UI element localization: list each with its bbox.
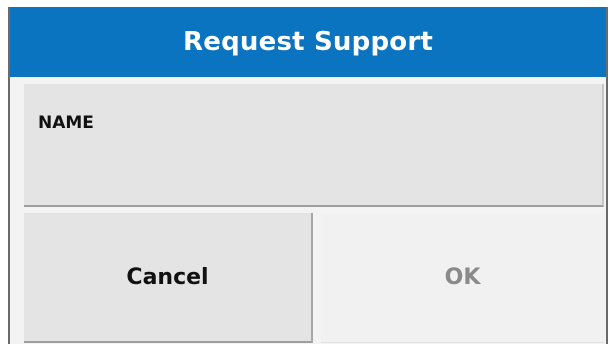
ok-button-label: OK <box>444 265 481 290</box>
dialog-title-bar: Request Support <box>10 7 606 77</box>
cancel-button-label: Cancel <box>126 264 209 290</box>
ok-button[interactable]: OK <box>321 213 604 343</box>
request-support-dialog: Request Support NAME Cancel OK <box>8 7 608 344</box>
name-field[interactable]: NAME <box>24 84 604 207</box>
dialog-title: Request Support <box>183 27 433 57</box>
cancel-button[interactable]: Cancel <box>24 213 313 343</box>
name-field-label: NAME <box>38 113 94 133</box>
